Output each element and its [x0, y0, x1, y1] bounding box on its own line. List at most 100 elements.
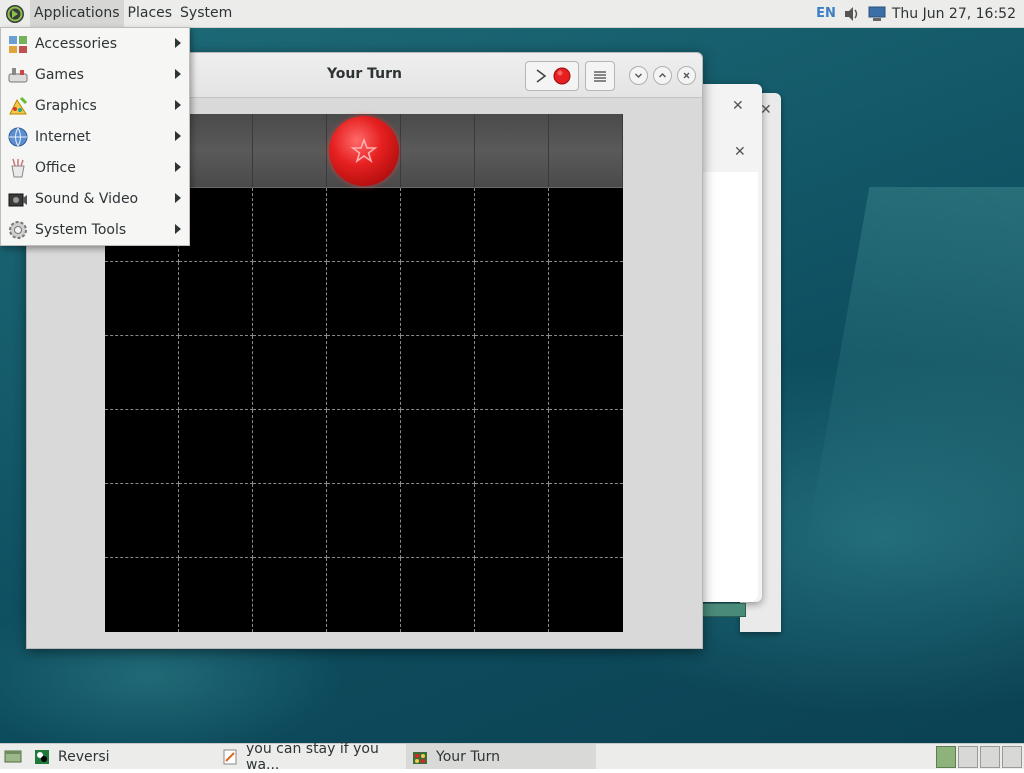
menu-item-system-tools[interactable]: System Tools — [1, 214, 189, 245]
clock[interactable]: Thu Jun 27, 16:52 — [892, 6, 1016, 22]
close-icon[interactable]: ✕ — [734, 144, 746, 160]
close-button[interactable] — [677, 66, 696, 85]
board-cell[interactable] — [179, 336, 253, 410]
board-cell[interactable] — [105, 262, 179, 336]
close-icon[interactable]: ✕ — [732, 98, 744, 114]
applications-menu: Accessories Games Graphics Internet Offi… — [0, 27, 190, 246]
board-cell[interactable] — [327, 262, 401, 336]
board-cell[interactable] — [105, 484, 179, 558]
board-cell[interactable] — [475, 336, 549, 410]
board-cell[interactable] — [401, 262, 475, 336]
taskbar-item-your-turn[interactable]: Your Turn — [406, 744, 596, 769]
text-editor-icon — [222, 749, 238, 765]
chevron-down-icon — [635, 73, 642, 78]
menu-places[interactable]: Places — [124, 0, 177, 27]
board-cell[interactable] — [327, 484, 401, 558]
menu-item-label: System Tools — [35, 221, 127, 238]
board-cell[interactable] — [475, 558, 549, 632]
board-cell[interactable] — [401, 188, 475, 262]
board-cell[interactable] — [549, 484, 623, 558]
submenu-arrow-icon — [175, 38, 181, 48]
menu-item-label: Office — [35, 159, 76, 176]
taskbar-item-reversi[interactable]: Reversi — [28, 744, 216, 769]
drop-slot[interactable] — [327, 114, 401, 188]
board-cell[interactable] — [327, 558, 401, 632]
drop-slot[interactable] — [179, 114, 253, 188]
menu-item-graphics[interactable]: Graphics — [1, 90, 189, 121]
board-cell[interactable] — [105, 336, 179, 410]
menu-item-office[interactable]: Office — [1, 152, 189, 183]
volume-icon[interactable] — [842, 5, 862, 23]
internet-icon — [7, 126, 29, 148]
board-cell[interactable] — [179, 484, 253, 558]
board-cell[interactable] — [401, 410, 475, 484]
board-cell[interactable] — [401, 484, 475, 558]
board-cell[interactable] — [253, 336, 327, 410]
red-piece — [329, 116, 399, 186]
board-cell[interactable] — [253, 484, 327, 558]
board-cell[interactable] — [253, 410, 327, 484]
workspace-4[interactable] — [1002, 745, 1022, 768]
menu-item-internet[interactable]: Internet — [1, 121, 189, 152]
board-cell[interactable] — [401, 558, 475, 632]
keyboard-layout-indicator[interactable]: EN — [816, 6, 836, 21]
board-cell[interactable] — [253, 262, 327, 336]
new-game-button[interactable] — [525, 61, 579, 91]
board-cell[interactable] — [475, 484, 549, 558]
board-cell[interactable] — [475, 188, 549, 262]
board-cell[interactable] — [549, 558, 623, 632]
workspace-2[interactable] — [958, 745, 978, 768]
board-cell[interactable] — [179, 262, 253, 336]
board-cell[interactable] — [475, 262, 549, 336]
network-icon[interactable] — [867, 5, 887, 23]
submenu-arrow-icon — [175, 131, 181, 141]
menu-item-sound-video[interactable]: Sound & Video — [1, 183, 189, 214]
menu-applications[interactable]: Applications — [30, 0, 124, 27]
distro-logo-icon[interactable] — [4, 3, 26, 25]
workspace-switcher — [934, 745, 1022, 768]
sound-video-icon — [7, 188, 29, 210]
menu-item-label: Internet — [35, 128, 91, 145]
workspace-3[interactable] — [980, 745, 1000, 768]
menu-item-label: Graphics — [35, 97, 97, 114]
board-cell[interactable] — [549, 262, 623, 336]
red-piece-icon — [553, 67, 570, 85]
board-cell[interactable] — [179, 410, 253, 484]
menu-item-games[interactable]: Games — [1, 59, 189, 90]
board-cell[interactable] — [475, 410, 549, 484]
board-cell[interactable] — [179, 558, 253, 632]
bottom-taskbar: Reversi you can stay if you wa... Your T… — [0, 741, 1024, 773]
board-cell[interactable] — [549, 336, 623, 410]
board-cell[interactable] — [253, 188, 327, 262]
board-cell[interactable] — [253, 558, 327, 632]
workspace-1[interactable] — [936, 745, 956, 768]
background-window-strip — [700, 603, 746, 617]
hamburger-menu-button[interactable] — [585, 61, 615, 91]
board-cell[interactable] — [549, 410, 623, 484]
board-cell[interactable] — [105, 410, 179, 484]
menu-item-accessories[interactable]: Accessories — [1, 28, 189, 59]
board-cell[interactable] — [549, 188, 623, 262]
drop-slot[interactable] — [401, 114, 475, 188]
panel-tray: EN Thu Jun 27, 16:52 — [816, 0, 1024, 27]
graphics-icon — [7, 95, 29, 117]
minimize-button[interactable] — [629, 66, 648, 85]
panel-menu-bar: Applications Places System — [0, 0, 236, 27]
drop-slot[interactable] — [475, 114, 549, 188]
close-icon — [683, 72, 690, 79]
menu-item-label: Sound & Video — [35, 190, 139, 207]
show-desktop-icon[interactable] — [2, 747, 24, 767]
menu-item-label: Accessories — [35, 35, 118, 52]
taskbar-item-text-editor[interactable]: you can stay if you wa... — [216, 741, 406, 773]
submenu-arrow-icon — [175, 224, 181, 234]
maximize-button[interactable] — [653, 66, 672, 85]
board-cell[interactable] — [327, 410, 401, 484]
board-cell[interactable] — [105, 558, 179, 632]
board-cell[interactable] — [401, 336, 475, 410]
board-cell[interactable] — [179, 188, 253, 262]
drop-slot[interactable] — [253, 114, 327, 188]
board-cell[interactable] — [327, 336, 401, 410]
board-cell[interactable] — [327, 188, 401, 262]
menu-system[interactable]: System — [176, 0, 236, 27]
drop-slot[interactable] — [549, 114, 623, 188]
